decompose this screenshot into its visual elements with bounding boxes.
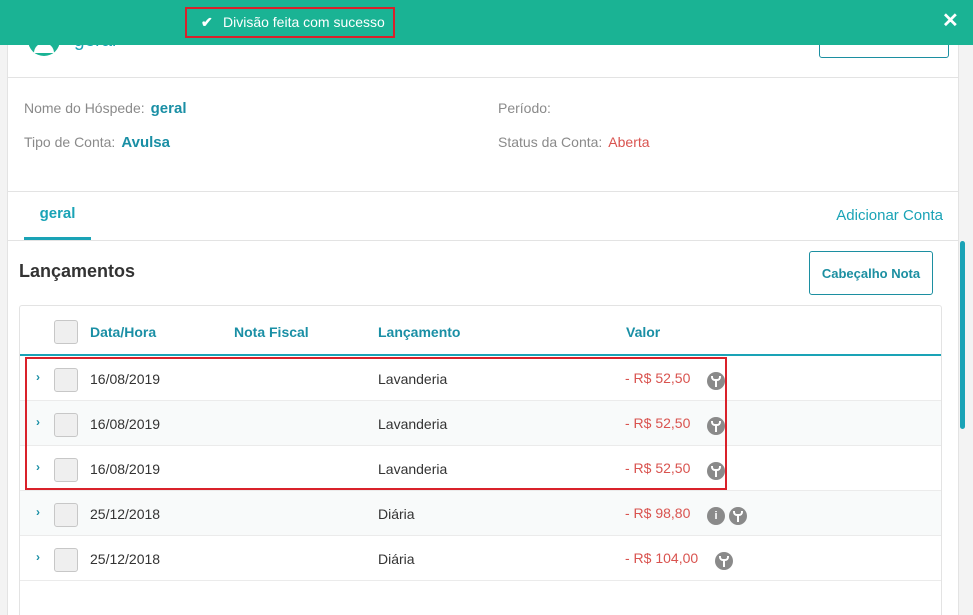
account-tabs: geral Adicionar Conta <box>8 192 958 241</box>
account-type-value: Avulsa <box>121 134 170 151</box>
row-checkbox[interactable] <box>54 413 78 437</box>
account-type-field: Tipo de Conta: Avulsa <box>24 134 170 151</box>
row-value: - R$ 98,80 <box>625 505 691 521</box>
table-row[interactable]: › 25/12/2018 Diária - R$ 98,80 i <box>20 491 941 536</box>
expand-chevron-icon[interactable]: › <box>36 550 40 564</box>
column-entry[interactable]: Lançamento <box>378 324 460 340</box>
expand-chevron-icon[interactable]: › <box>36 415 40 429</box>
add-account-link[interactable]: Adicionar Conta <box>836 207 943 224</box>
account-type-label: Tipo de Conta: <box>24 134 116 150</box>
info-icon[interactable]: i <box>707 507 725 525</box>
table-row[interactable]: › 25/12/2018 Diária - R$ 104,00 <box>20 536 941 581</box>
row-value: - R$ 52,50 <box>625 415 691 431</box>
row-checkbox[interactable] <box>54 368 78 392</box>
guest-name-label: Nome do Hóspede: <box>24 100 145 116</box>
split-icon[interactable] <box>714 552 733 570</box>
toast-text: Divisão feita com sucesso <box>223 14 385 30</box>
section-title: Lançamentos <box>19 261 136 281</box>
expand-chevron-icon[interactable]: › <box>36 460 40 474</box>
guest-name-field: Nome do Hóspede: geral <box>24 100 187 117</box>
select-all-checkbox[interactable] <box>54 320 78 344</box>
header-note-button[interactable]: Cabeçalho Nota <box>809 251 933 295</box>
table-row[interactable]: › 16/08/2019 Lavanderia - R$ 52,50 <box>20 401 941 446</box>
expand-chevron-icon[interactable]: › <box>36 505 40 519</box>
entries-table: Data/Hora Nota Fiscal Lançamento Valor ›… <box>19 305 942 615</box>
row-value: - R$ 104,00 <box>625 550 699 566</box>
scrollbar[interactable] <box>960 241 965 429</box>
row-checkbox[interactable] <box>54 503 78 527</box>
row-date: 16/08/2019 <box>90 461 161 477</box>
row-value: - R$ 52,50 <box>625 370 691 386</box>
split-icon[interactable] <box>707 372 725 390</box>
row-checkbox[interactable] <box>54 548 78 572</box>
column-fiscal-note[interactable]: Nota Fiscal <box>234 324 309 340</box>
split-icon[interactable] <box>707 417 725 435</box>
period-label: Período: <box>498 100 551 116</box>
account-panel: geral Lançar Nome do Hóspede:geral Tipo … <box>7 0 965 615</box>
table-row[interactable]: › 16/08/2019 Lavanderia - R$ 52,50 <box>20 446 941 491</box>
split-icon[interactable] <box>729 507 747 525</box>
period-field: Período: <box>498 100 557 117</box>
table-header: Data/Hora Nota Fiscal Lançamento Valor <box>20 306 941 356</box>
row-checkbox[interactable] <box>54 458 78 482</box>
account-info: Nome do Hóspede: geral Tipo de Conta: Avul… <box>8 78 958 192</box>
account-status-field: Status da Conta: Aberta <box>498 134 650 150</box>
account-status-value: Aberta <box>608 134 650 150</box>
column-date[interactable]: Data/Hora <box>90 324 156 340</box>
row-date: 16/08/2019 <box>90 416 161 432</box>
account-status-label: Status da Conta: <box>498 134 603 150</box>
column-value[interactable]: Valor <box>626 324 660 340</box>
table-body: › 16/08/2019 Lavanderia - R$ 52,50 › 16/08/20… <box>20 356 941 581</box>
split-icon[interactable] <box>707 462 725 480</box>
table-row[interactable]: › 16/08/2019 Lavanderia - R$ 52,50 <box>20 356 941 401</box>
toast-message: ✔ Divisão feita com sucesso <box>185 7 395 38</box>
row-entry: Diária <box>378 506 415 522</box>
row-entry: Lavanderia <box>378 371 448 387</box>
row-entry: Lavanderia <box>378 416 448 432</box>
row-date: 25/12/2018 <box>90 506 161 522</box>
tab-geral[interactable]: geral <box>24 192 91 240</box>
row-entry: Lavanderia <box>378 461 448 477</box>
expand-chevron-icon[interactable]: › <box>36 370 40 384</box>
success-toast: ✔ Divisão feita com sucesso ✕ <box>0 0 973 45</box>
row-entry: Diária <box>378 551 415 567</box>
guest-name-value: geral <box>150 100 187 117</box>
row-date: 16/08/2019 <box>90 371 161 387</box>
row-value: - R$ 52,50 <box>625 460 691 476</box>
check-icon: ✔ <box>201 14 213 30</box>
row-date: 25/12/2018 <box>90 551 161 567</box>
close-icon[interactable]: ✕ <box>942 8 959 33</box>
